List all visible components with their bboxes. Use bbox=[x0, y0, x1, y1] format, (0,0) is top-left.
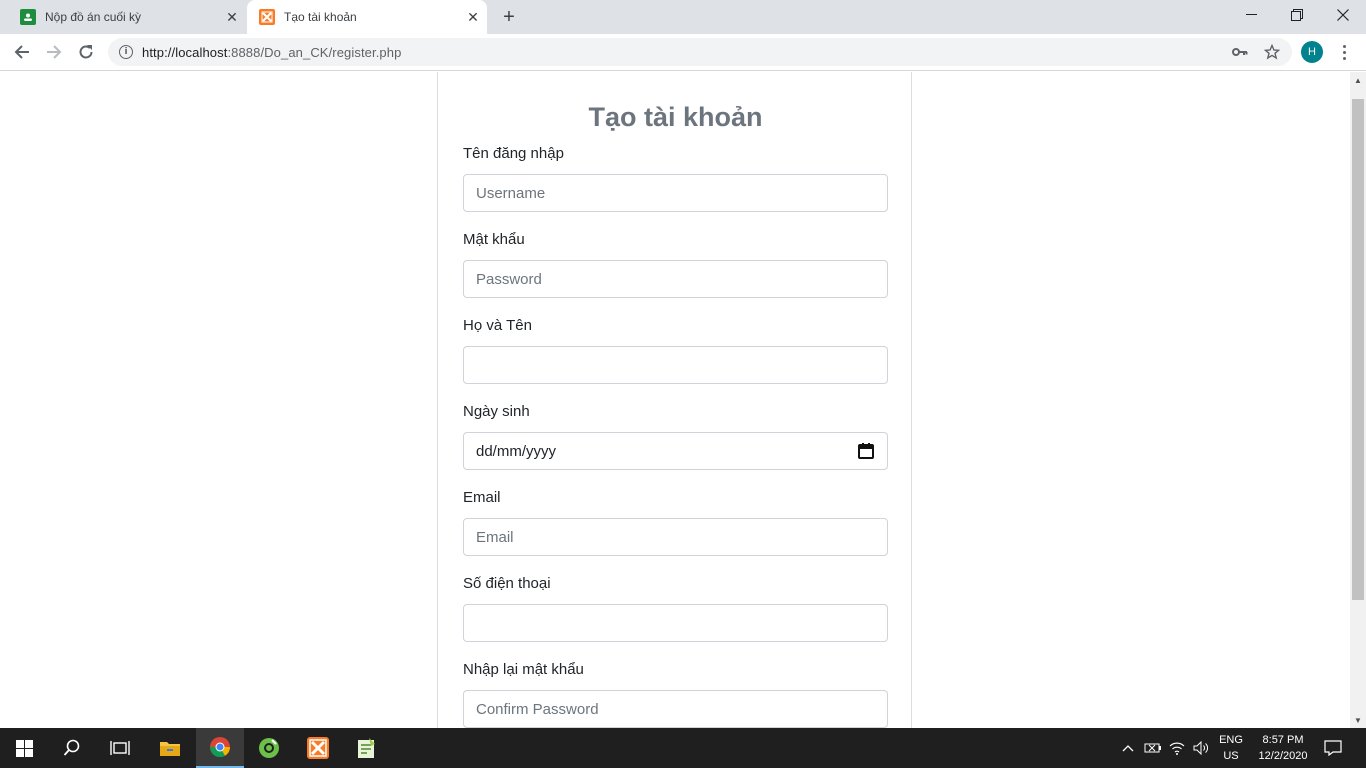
reload-icon[interactable] bbox=[72, 38, 100, 66]
clock-time: 8:57 PM bbox=[1262, 734, 1304, 746]
url-path: :8888/Do_an_CK/register.php bbox=[227, 44, 402, 60]
close-tab-icon[interactable]: ✕ bbox=[224, 9, 240, 25]
email-label: Email bbox=[463, 489, 501, 506]
page-viewport: Tạo tài khoản Tên đăng nhập Mật khẩu Họ … bbox=[0, 72, 1350, 728]
browser-toolbar: i http://localhost:8888/Do_an_CK/registe… bbox=[0, 34, 1366, 71]
fullname-label: Họ và Tên bbox=[463, 317, 532, 334]
page-scrollbar[interactable]: ▲ ▼ bbox=[1350, 72, 1366, 728]
calendar-icon[interactable] bbox=[857, 442, 875, 460]
coccoc-icon[interactable] bbox=[245, 728, 293, 768]
username-input[interactable] bbox=[463, 174, 888, 212]
system-clock[interactable]: 8:57 PM 12/2/2020 bbox=[1252, 732, 1314, 764]
new-tab-button[interactable]: + bbox=[498, 6, 520, 28]
key-icon[interactable] bbox=[1228, 38, 1252, 66]
windows-start-icon[interactable] bbox=[0, 728, 48, 768]
xampp-icon[interactable] bbox=[294, 728, 342, 768]
more-menu-icon[interactable] bbox=[1334, 40, 1354, 64]
url-text: http://localhost:8888/Do_an_CK/register.… bbox=[142, 45, 401, 60]
fullname-input[interactable] bbox=[463, 346, 888, 384]
tab-strip: Nộp đồ án cuối kỳ ✕ Tạo tài khoản ✕ + bbox=[0, 0, 1366, 34]
notification-icon[interactable] bbox=[1318, 728, 1348, 768]
scroll-down-icon[interactable]: ▼ bbox=[1350, 712, 1366, 728]
google-classroom-icon bbox=[20, 9, 36, 25]
date-placeholder: dd/mm/yyyy bbox=[476, 442, 557, 460]
battery-icon[interactable] bbox=[1142, 728, 1164, 768]
chrome-icon[interactable] bbox=[196, 728, 244, 768]
confirm-password-label: Nhập lại mật khẩu bbox=[463, 661, 584, 678]
lang-code: ENG bbox=[1219, 734, 1243, 746]
chevron-up-icon[interactable] bbox=[1118, 728, 1138, 768]
minimize-icon[interactable] bbox=[1228, 0, 1274, 30]
password-input[interactable] bbox=[463, 260, 888, 298]
url-host: http://localhost bbox=[142, 44, 228, 60]
clock-date: 12/2/2020 bbox=[1258, 750, 1308, 762]
lang-region: US bbox=[1223, 750, 1239, 762]
site-info-icon[interactable]: i bbox=[119, 45, 133, 59]
windows-taskbar: ENG US 8:57 PM 12/2/2020 bbox=[0, 728, 1366, 768]
restore-icon[interactable] bbox=[1274, 0, 1320, 30]
close-tab-icon[interactable]: ✕ bbox=[465, 9, 481, 25]
register-card: Tạo tài khoản Tên đăng nhập Mật khẩu Họ … bbox=[437, 72, 912, 728]
volume-icon[interactable] bbox=[1190, 728, 1212, 768]
birthday-date-input[interactable]: dd/mm/yyyy bbox=[463, 432, 888, 470]
phone-input[interactable] bbox=[463, 604, 888, 642]
forward-arrow-icon[interactable] bbox=[40, 38, 68, 66]
profile-avatar[interactable]: H bbox=[1301, 41, 1323, 63]
close-window-icon[interactable] bbox=[1320, 0, 1366, 30]
confirm-password-input[interactable] bbox=[463, 690, 888, 728]
tab-title: Tạo tài khoản bbox=[284, 10, 357, 24]
page-title: Tạo tài khoản bbox=[588, 102, 763, 132]
back-arrow-icon[interactable] bbox=[8, 38, 36, 66]
file-explorer-icon[interactable] bbox=[146, 728, 194, 768]
bookmark-star-icon[interactable] bbox=[1260, 38, 1284, 66]
task-view-icon[interactable] bbox=[96, 728, 144, 768]
address-bar[interactable]: i http://localhost:8888/Do_an_CK/registe… bbox=[108, 38, 1292, 66]
tab-register[interactable]: Tạo tài khoản ✕ bbox=[247, 0, 487, 34]
email-input[interactable] bbox=[463, 518, 888, 556]
input-language[interactable]: ENG US bbox=[1214, 732, 1248, 764]
scroll-thumb[interactable] bbox=[1352, 99, 1364, 600]
wifi-icon[interactable] bbox=[1166, 728, 1188, 768]
username-label: Tên đăng nhập bbox=[463, 145, 564, 162]
birthday-label: Ngày sinh bbox=[463, 403, 530, 420]
search-icon[interactable] bbox=[48, 728, 96, 768]
scroll-up-icon[interactable]: ▲ bbox=[1350, 72, 1366, 88]
tab-title: Nộp đồ án cuối kỳ bbox=[45, 10, 142, 24]
phone-label: Số điện thoại bbox=[463, 575, 551, 592]
tab-classroom[interactable]: Nộp đồ án cuối kỳ ✕ bbox=[8, 0, 246, 34]
notepad-plus-plus-icon[interactable] bbox=[342, 728, 390, 768]
password-label: Mật khẩu bbox=[463, 231, 525, 248]
xampp-icon bbox=[259, 9, 275, 25]
